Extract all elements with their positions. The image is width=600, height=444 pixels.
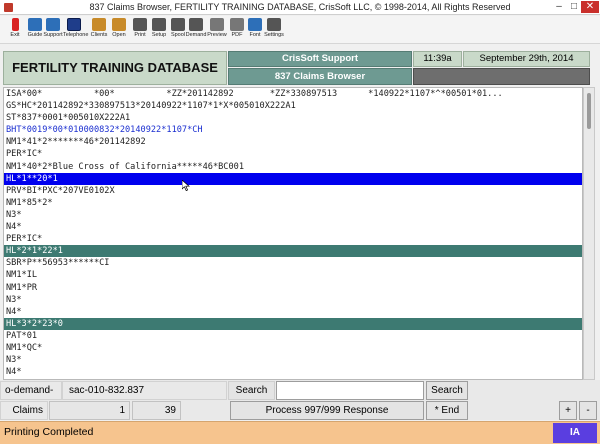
toolbar-label: Settings bbox=[264, 32, 284, 38]
edi-segment-line[interactable]: N4* bbox=[4, 306, 582, 318]
guide-icon bbox=[28, 18, 42, 31]
plus-button[interactable]: + bbox=[559, 401, 577, 420]
title-bar: 837 Claims Browser, FERTILITY TRAINING D… bbox=[0, 0, 600, 15]
time-display: 11:39a bbox=[413, 51, 462, 67]
edi-segment-line[interactable]: PAT*01 bbox=[4, 330, 582, 342]
edi-segment-line[interactable]: N4* bbox=[4, 366, 582, 378]
edi-segment-line[interactable]: BHT*0019*00*010000832*20140922*1107*CH bbox=[4, 124, 582, 136]
claims-value: 39 bbox=[132, 401, 181, 420]
toolbar: Exit Guide Support Telephone Clients Open Prin… bbox=[0, 16, 600, 44]
toolbar-label: Exit bbox=[10, 32, 20, 38]
edi-segment-line[interactable]: N3* bbox=[4, 209, 582, 221]
demand-value: sac-010-832.837 bbox=[62, 381, 227, 400]
settings-icon bbox=[267, 18, 281, 31]
ia-button[interactable]: IA bbox=[553, 423, 597, 443]
preview-icon bbox=[210, 18, 224, 31]
toolbar-button-clients[interactable]: Clients bbox=[88, 18, 110, 39]
edi-segment-line[interactable]: NM1*IL bbox=[4, 269, 582, 281]
toolbar-button-demand[interactable]: Demand bbox=[185, 18, 207, 39]
search-input[interactable] bbox=[276, 381, 424, 400]
edi-segment-line[interactable]: N4* bbox=[4, 221, 582, 233]
edi-content[interactable]: ISA*00* *00* *ZZ*201142892 *ZZ*330897513… bbox=[3, 87, 583, 380]
edi-segment-line[interactable]: PER*IC* bbox=[4, 148, 582, 160]
browser-label: 837 Claims Browser bbox=[228, 68, 412, 85]
window-title: 837 Claims Browser, FERTILITY TRAINING D… bbox=[89, 2, 511, 12]
clients-icon bbox=[92, 18, 106, 31]
edi-segment-line[interactable]: PER*IC* bbox=[4, 233, 582, 245]
open-icon bbox=[112, 18, 126, 31]
edi-segment-line[interactable]: NM1*QC* bbox=[4, 342, 582, 354]
exit-icon bbox=[11, 18, 19, 31]
scroll-thumb[interactable] bbox=[587, 93, 591, 129]
demand-icon bbox=[189, 18, 203, 31]
pdf-icon bbox=[230, 18, 244, 31]
vertical-scrollbar[interactable] bbox=[583, 87, 595, 380]
maximize-button[interactable]: □ bbox=[566, 1, 582, 13]
support-icon bbox=[46, 18, 60, 31]
edi-segment-line[interactable]: ISA*00* *00* *ZZ*201142892 *ZZ*330897513… bbox=[4, 88, 582, 100]
toolbar-button-settings[interactable]: Settings bbox=[263, 18, 285, 39]
toolbar-label: Preview bbox=[207, 32, 227, 38]
minus-button[interactable]: - bbox=[579, 401, 597, 420]
claims-count: 1 bbox=[49, 401, 130, 420]
edi-segment-line[interactable]: HL*2*1*22*1 bbox=[4, 245, 582, 258]
close-button[interactable]: ✕ bbox=[581, 1, 599, 13]
edi-segment-line[interactable]: N3* bbox=[4, 294, 582, 306]
header-bar bbox=[413, 68, 590, 85]
end-button[interactable]: * End bbox=[426, 401, 468, 420]
edi-segment-line[interactable]: GS*HC*201142892*330897513*20140922*1107*… bbox=[4, 100, 582, 112]
setup-icon bbox=[152, 18, 166, 31]
toolbar-button-open[interactable]: Open bbox=[108, 18, 130, 39]
toolbar-label: Telephone bbox=[63, 32, 89, 38]
edi-segment-line[interactable]: PRV*BI*PXC*207VE0102X bbox=[4, 185, 582, 197]
edi-segment-line[interactable]: ST*837*0001*005010X222A1 bbox=[4, 112, 582, 124]
toolbar-label: Open bbox=[112, 32, 126, 38]
claims-label: Claims bbox=[0, 401, 48, 420]
note-icon bbox=[67, 18, 81, 31]
edi-segment-line[interactable]: NM1*41*2*******46*201142892 bbox=[4, 136, 582, 148]
search-label: Search bbox=[228, 381, 275, 400]
toolbar-label: Clients bbox=[90, 32, 108, 38]
toolbar-label: Demand bbox=[185, 32, 207, 38]
status-bar: Printing Completed IA bbox=[0, 421, 600, 444]
print-icon bbox=[133, 18, 147, 31]
toolbar-button-telephone[interactable]: Telephone bbox=[63, 18, 89, 39]
edi-segment-line[interactable]: NM1*85*2* bbox=[4, 197, 582, 209]
toolbar-button-preview[interactable]: Preview bbox=[206, 18, 228, 39]
toolbar-button-support[interactable]: Support bbox=[42, 18, 64, 39]
search-button[interactable]: Search bbox=[426, 381, 468, 400]
database-title: FERTILITY TRAINING DATABASE bbox=[3, 51, 227, 85]
spool-icon bbox=[171, 18, 185, 31]
edi-segment-line[interactable]: HL*3*2*23*0 bbox=[4, 317, 582, 330]
mouse-cursor-icon bbox=[182, 180, 190, 191]
font-icon bbox=[248, 18, 262, 31]
status-text: Printing Completed bbox=[4, 426, 94, 438]
edi-segment-line[interactable]: SBR*P**56953******CI bbox=[4, 257, 582, 269]
demand-label: o-demand- bbox=[0, 381, 62, 400]
toolbar-button-exit[interactable]: Exit bbox=[4, 18, 26, 39]
edi-segment-line[interactable]: N3* bbox=[4, 354, 582, 366]
edi-segment-line[interactable]: HL*1**20*1 bbox=[4, 172, 582, 185]
edi-segment-line[interactable]: NM1*PR bbox=[4, 282, 582, 294]
minimize-button[interactable]: – bbox=[551, 1, 567, 13]
edi-segment-line[interactable]: NM1*40*2*Blue Cross of California*****46… bbox=[4, 161, 582, 173]
toolbar-label: Support bbox=[43, 32, 63, 38]
process-response-button[interactable]: Process 997/999 Response bbox=[230, 401, 424, 420]
date-display: September 29th, 2014 bbox=[463, 51, 590, 67]
support-label: CrisSoft Support bbox=[228, 51, 412, 67]
